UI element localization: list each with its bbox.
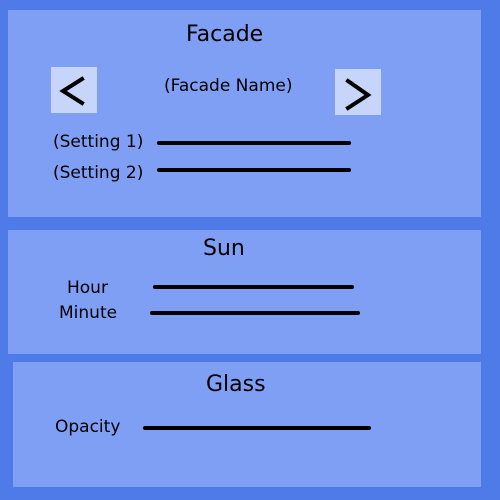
facade-panel: Facade (Facade Name) (Setting 1) (Settin…	[8, 10, 481, 217]
opacity-slider[interactable]	[143, 426, 371, 430]
facade-title: Facade	[186, 22, 264, 47]
setting-2-slider[interactable]	[157, 168, 351, 172]
previous-facade-button[interactable]	[51, 67, 97, 113]
facade-name: (Facade Name)	[164, 76, 293, 96]
setting-1-label: (Setting 1)	[53, 132, 144, 152]
sun-panel: Sun Hour Minute	[8, 230, 481, 354]
sun-title: Sun	[203, 236, 245, 261]
minute-label: Minute	[59, 303, 118, 323]
chevron-right-icon	[345, 78, 372, 111]
chevron-left-icon	[59, 76, 85, 106]
glass-panel: Glass Opacity	[13, 362, 481, 487]
hour-label: Hour	[67, 278, 108, 298]
glass-title: Glass	[206, 372, 266, 397]
hour-slider[interactable]	[153, 285, 354, 289]
opacity-label: Opacity	[55, 417, 121, 437]
next-facade-button[interactable]	[335, 69, 381, 115]
setting-2-label: (Setting 2)	[53, 163, 144, 183]
setting-1-slider[interactable]	[157, 141, 351, 145]
minute-slider[interactable]	[150, 311, 360, 315]
